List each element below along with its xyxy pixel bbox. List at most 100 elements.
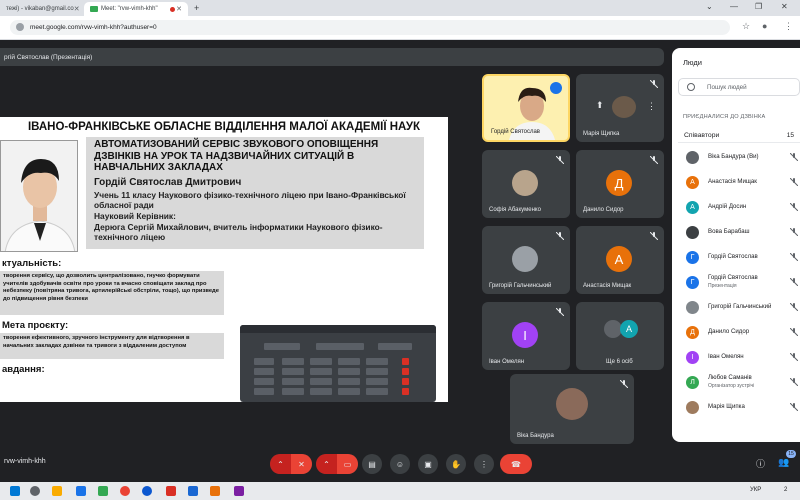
system-clock[interactable]: 2 <box>784 487 787 493</box>
mic-options-chevron-icon[interactable]: ⌃ <box>270 454 291 474</box>
people-list-item[interactable]: Марія Щипка <box>672 396 800 421</box>
chrome-icon[interactable] <box>120 486 130 496</box>
app-screenshot <box>240 325 436 402</box>
contributors-section-header[interactable]: Співавтори 15 <box>678 128 800 143</box>
slide-goal-text: творення ефективного, зручного інструмен… <box>0 333 224 359</box>
mic-off-icon <box>556 232 564 240</box>
close-tab-icon[interactable]: ✕ <box>176 5 182 13</box>
browser-tab-meet[interactable]: Meet: "rvw-vimh-khh" ✕ <box>84 2 188 16</box>
new-tab-icon[interactable]: + <box>194 3 199 13</box>
more-options-icon[interactable]: ⋮ <box>647 101 656 112</box>
mic-off-icon <box>556 156 564 164</box>
meeting-controls-bar: rvw-vimh-khh ⌃ ✕ ⌃ ▭ ▤ ☺ ▣ ✋ ⋮ ☎ ⓘ 👥 15 <box>0 444 800 482</box>
raise-hand-button[interactable]: ✋ <box>446 454 466 474</box>
powerpoint-icon[interactable] <box>166 486 176 496</box>
windows-start-icon[interactable] <box>10 486 20 496</box>
participants-count-badge: 15 <box>786 450 796 458</box>
keyboard-language[interactable]: УКР <box>750 487 761 493</box>
participant-avatar: І <box>686 351 699 364</box>
close-window-icon[interactable]: ✕ <box>781 2 788 11</box>
people-list-item[interactable]: Д Данило Сидор <box>672 321 800 346</box>
mic-off-icon <box>556 308 564 316</box>
bookmark-star-icon[interactable]: ☆ <box>742 21 750 32</box>
store-icon[interactable] <box>76 486 86 496</box>
slide-supervisor-label: Науковий Керівник: <box>94 211 176 221</box>
participant-avatar: Л <box>686 376 699 389</box>
people-list-item[interactable]: Вова Барабаш <box>672 221 800 246</box>
people-search-input[interactable]: Пошук людей <box>678 78 800 96</box>
participant-tile-mariia[interactable]: ⬆ ⋮ Марія Щипка <box>576 74 664 142</box>
people-list-item[interactable]: А Андрій Досин <box>672 196 800 221</box>
people-panel: Люди Пошук людей ПРИЄДНАЛИСЯ ДО ДЗВІНКА … <box>672 48 800 442</box>
file-explorer-icon[interactable] <box>52 486 62 496</box>
participant-tile-vika[interactable]: Віка Бандура <box>510 374 634 444</box>
present-button[interactable]: ▣ <box>418 454 438 474</box>
mic-off-icon <box>790 278 798 286</box>
participant-avatar: Д <box>686 326 699 339</box>
edge-icon[interactable] <box>142 486 152 496</box>
chevron-down-icon[interactable]: ⌄ <box>706 2 713 11</box>
meet-stage: ргій Святослав (Презентація) ІВАНО-ФРАНК… <box>0 40 800 482</box>
presentation-slide: ІВАНО-ФРАНКІВСЬКЕ ОБЛАСНЕ ВІДДІЛЕННЯ МАЛ… <box>0 117 448 402</box>
people-list-item[interactable]: А Анастасія Мищак <box>672 171 800 196</box>
word-icon[interactable] <box>188 486 198 496</box>
joined-section-label: ПРИЄДНАЛИСЯ ДО ДЗВІНКА <box>683 114 766 120</box>
camera-control[interactable]: ⌃ ▭ <box>316 454 358 474</box>
close-tab-icon[interactable]: ✕ <box>74 5 80 13</box>
participant-tile-danylo[interactable]: Д Данило Сидор <box>576 150 664 218</box>
participant-tile-gordii[interactable]: Гордій Святослав <box>482 74 570 142</box>
url-field[interactable]: meet.google.com/rvw-vimh-khh?authuser=0 <box>10 20 730 35</box>
more-options-button[interactable]: ⋮ <box>474 454 494 474</box>
participant-tile-hryhorii[interactable]: Григорій Гальчинський <box>482 226 570 294</box>
mic-off-icon <box>790 253 798 261</box>
participant-avatar: Д <box>606 170 632 196</box>
info-icon[interactable]: ⓘ <box>756 457 765 470</box>
browser-tab-gmail[interactable]: тежі) - vikaban@gmail.co ✕ <box>0 2 82 16</box>
app-icon[interactable] <box>210 486 220 496</box>
mic-off-icon <box>620 380 628 388</box>
participant-name: Вова Барабаш <box>708 228 750 235</box>
participant-tile-ivan[interactable]: І Іван Омелян <box>482 302 570 370</box>
emoji-icon: ☺ <box>395 459 405 469</box>
captions-button[interactable]: ▤ <box>362 454 382 474</box>
participant-name: Андрій Досин <box>708 203 747 210</box>
app-icon[interactable] <box>234 486 244 496</box>
tile-name: Гордій Святослав <box>491 129 540 135</box>
people-list-item[interactable]: Л Любов Саманів Організатор зустрічі <box>672 371 800 396</box>
microphone-control[interactable]: ⌃ ✕ <box>270 454 312 474</box>
participant-avatar: А <box>686 176 699 189</box>
people-list-item[interactable]: Віка Бандура (Ви) <box>672 146 800 171</box>
profile-icon[interactable]: ● <box>762 21 767 31</box>
mic-off-icon <box>790 403 798 411</box>
people-list-item[interactable]: Григорій Гальчинський <box>672 296 800 321</box>
excel-icon[interactable] <box>98 486 108 496</box>
mic-off-icon <box>790 378 798 386</box>
reactions-button[interactable]: ☺ <box>390 454 410 474</box>
participant-tile-anastasiia[interactable]: А Анастасія Мищак <box>576 226 664 294</box>
participant-role: Організатор зустрічі <box>708 383 755 389</box>
tab-label: Meet: "rvw-vimh-khh" <box>101 6 158 12</box>
people-list-item[interactable]: І Іван Омелян <box>672 346 800 371</box>
tile-name: Григорій Гальчинський <box>489 283 552 289</box>
menu-dots-icon[interactable]: ⋮ <box>784 21 793 32</box>
camera-options-chevron-icon[interactable]: ⌃ <box>316 454 337 474</box>
browser-tab-strip: тежі) - vikaban@gmail.co ✕ Meet: "rvw-vi… <box>0 0 800 16</box>
hand-icon: ✋ <box>451 459 461 469</box>
people-icon[interactable]: 👥 <box>778 457 789 468</box>
participant-name: Марія Щипка <box>708 403 745 410</box>
participant-tile-sofiia[interactable]: Софія Абакуменко <box>482 150 570 218</box>
pin-icon[interactable]: ⬆ <box>596 100 604 111</box>
participant-avatar: А <box>606 246 632 272</box>
participant-tile-others[interactable]: А Ще 6 осіб <box>576 302 664 370</box>
mic-off-icon[interactable]: ✕ <box>291 454 312 474</box>
site-info-icon[interactable] <box>16 23 24 31</box>
meeting-code: rvw-vimh-khh <box>4 458 46 465</box>
search-icon[interactable] <box>30 486 40 496</box>
people-list-item[interactable]: Г Гордій Святослав Презентація <box>672 271 800 296</box>
minimize-icon[interactable]: — <box>730 2 738 11</box>
camera-off-icon[interactable]: ▭ <box>337 454 358 474</box>
maximize-icon[interactable]: ❐ <box>755 2 762 11</box>
mic-off-icon <box>650 80 658 88</box>
leave-call-button[interactable]: ☎ <box>500 454 532 474</box>
people-list-item[interactable]: Г Гордій Святослав <box>672 246 800 271</box>
